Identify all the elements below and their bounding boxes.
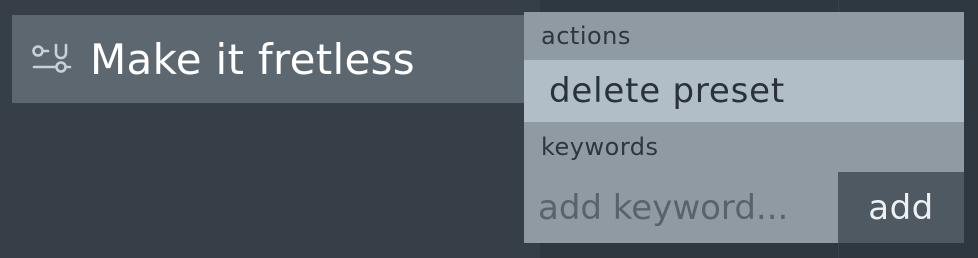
keyword-input[interactable] [524, 172, 838, 243]
context-menu: actions delete preset keywords add [524, 12, 964, 243]
delete-preset-menu-item[interactable]: delete preset [524, 60, 964, 122]
preset-name: Make it fretless [90, 34, 415, 84]
keywords-section-label: keywords [541, 133, 659, 161]
add-keyword-button[interactable]: add [838, 172, 964, 243]
preset-row[interactable]: Make it fretless [12, 15, 540, 103]
actions-section-label: actions [541, 22, 631, 50]
sliders-icon [32, 42, 72, 76]
